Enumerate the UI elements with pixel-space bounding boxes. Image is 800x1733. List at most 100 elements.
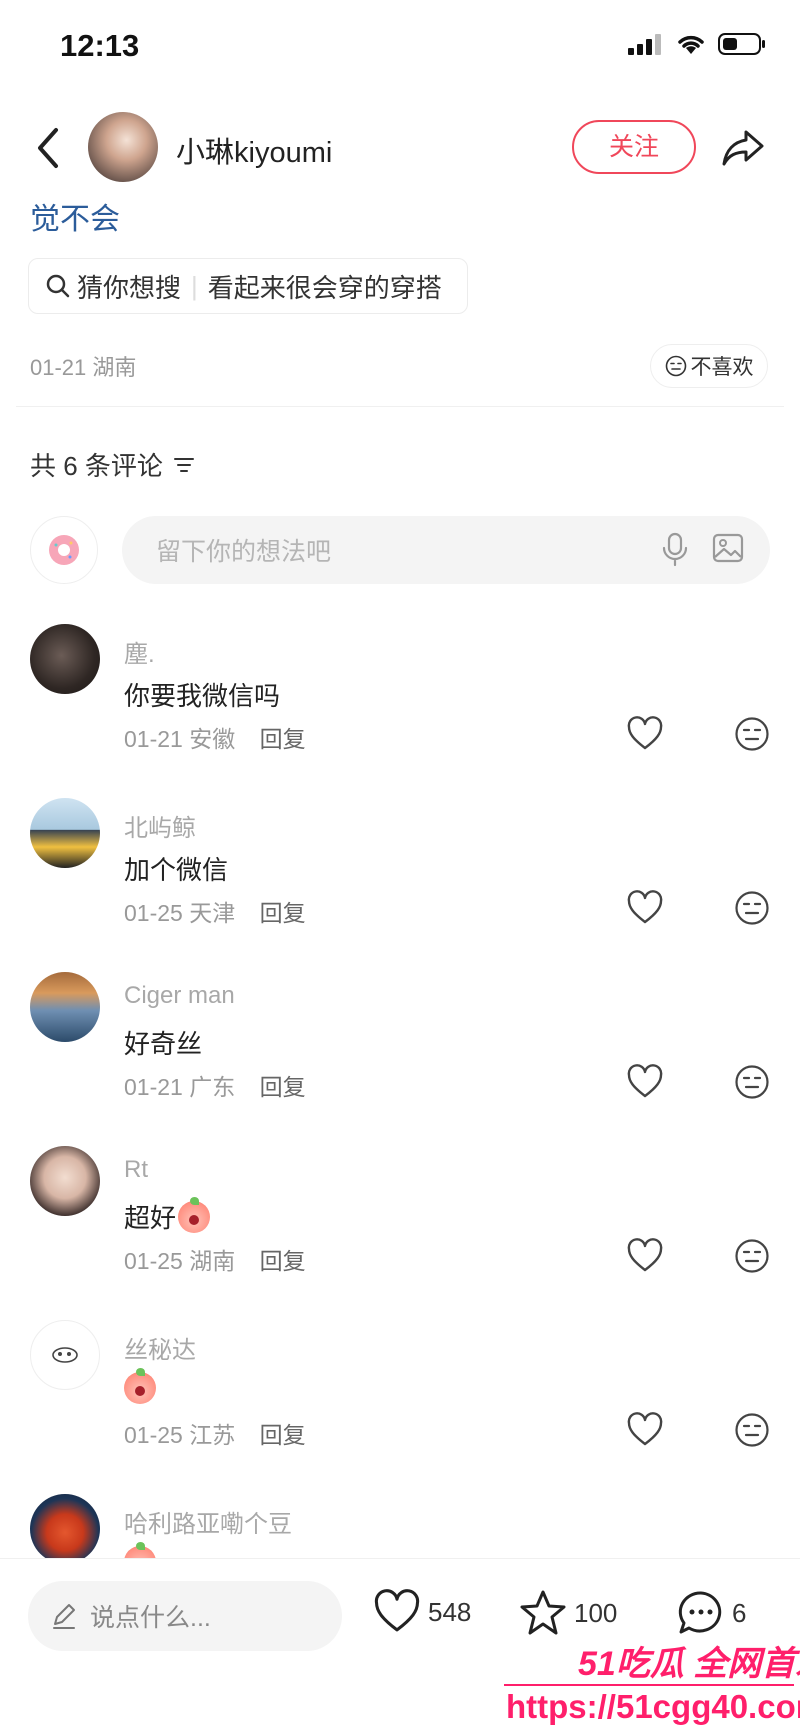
say-something-placeholder: 说点什么... (90, 1604, 211, 1632)
heart-icon (374, 1589, 420, 1632)
peach-emoji-icon (124, 1368, 156, 1404)
comment-date-location: 01-21 广东 (124, 1074, 236, 1100)
battery-icon (718, 33, 765, 55)
comment-text (124, 1542, 156, 1558)
comment-text: 好奇丝 (124, 1029, 203, 1059)
follow-button[interactable]: 关注 (572, 120, 696, 174)
comment-input-placeholder: 留下你的想法吧 (156, 538, 332, 566)
collect-button[interactable]: 100 (518, 1589, 617, 1637)
search-icon (46, 274, 70, 298)
commenter-name[interactable]: 丝秘达 (124, 1330, 196, 1365)
comment-button[interactable]: 6 (676, 1589, 746, 1637)
watermark-underline (504, 1684, 794, 1686)
commenter-avatar[interactable] (30, 798, 100, 868)
image-icon[interactable] (712, 532, 744, 564)
comment-text: 你要我微信吗 (124, 681, 281, 711)
heart-icon[interactable] (626, 1412, 664, 1448)
comment-date-location: 01-25 天津 (124, 900, 236, 926)
dislike-label: 不喜欢 (690, 356, 754, 379)
commenter-avatar[interactable] (30, 1494, 100, 1558)
comment-bubble-icon (678, 1591, 722, 1634)
comment-item: 丝秘达 01-25 江苏 回复 (0, 1320, 800, 1494)
say-something-input[interactable]: 说点什么... (28, 1581, 342, 1651)
comment-input[interactable]: 留下你的想法吧 (122, 516, 770, 584)
search-suggestion-text: 看起来很会穿的穿搭 (207, 272, 442, 303)
pencil-icon (53, 1604, 75, 1629)
comment-count: 共 6 条评论 (30, 451, 163, 481)
comment-text: 加个微信 (124, 855, 229, 885)
meh-face-icon[interactable] (734, 1412, 770, 1448)
commenter-avatar[interactable] (30, 1146, 100, 1216)
meh-face-icon[interactable] (734, 716, 770, 752)
comment-item: Rt 超好 01-25 湖南 回复 (0, 1146, 800, 1320)
peach-emoji-icon (124, 1542, 156, 1558)
comment-date-location: 01-25 湖南 (124, 1248, 236, 1274)
microphone-icon[interactable] (660, 532, 690, 568)
heart-icon[interactable] (626, 716, 664, 752)
meh-face-icon[interactable] (734, 1238, 770, 1274)
comment-text-content: 超好 (124, 1203, 177, 1233)
comment-count-sort[interactable]: 共 6 条评论 (30, 446, 195, 483)
comment-text: 超好 (124, 1196, 211, 1235)
watermark-brand: 51吃瓜 全网首发 (578, 1645, 800, 1683)
heart-icon[interactable] (626, 1238, 664, 1274)
meh-face-icon (665, 355, 686, 377)
commenter-name[interactable]: 北屿鲸 (124, 808, 196, 843)
heart-icon[interactable] (626, 1064, 664, 1100)
my-avatar (30, 516, 98, 584)
sort-icon (173, 457, 194, 472)
dislike-button[interactable]: 不喜欢 (650, 344, 768, 388)
search-suggestion-chip[interactable]: 猜你想搜 | 看起来很会穿的穿搭 (28, 258, 468, 314)
like-button[interactable]: 548 (372, 1589, 471, 1635)
comment-item: 哈利路亚嘞个豆 (0, 1494, 800, 1558)
author-avatar[interactable] (88, 112, 158, 182)
comment-item: 北屿鲸 加个微信 01-25 天津 回复 (0, 798, 800, 972)
status-time: 12:13 (60, 28, 140, 63)
commenter-name[interactable]: Rt (124, 1156, 148, 1184)
like-count: 548 (428, 1596, 472, 1627)
comment-meta: 01-25 天津 回复 (124, 894, 306, 928)
peach-emoji-icon (178, 1196, 211, 1233)
commenter-avatar[interactable] (30, 972, 100, 1042)
collect-count: 100 (574, 1597, 618, 1628)
reply-button[interactable]: 回复 (260, 1248, 306, 1274)
donut-icon (49, 535, 79, 565)
reply-button[interactable]: 回复 (260, 1074, 306, 1100)
commenter-name[interactable]: 哈利路亚嘞个豆 (124, 1504, 292, 1539)
status-icons (628, 32, 766, 56)
divider: | (191, 270, 198, 301)
commenter-name[interactable]: Ciger man (124, 982, 235, 1010)
cartoon-avatar-icon (52, 1347, 78, 1363)
note-header: 小琳kiyoumi 关注 (0, 96, 800, 200)
status-bar: 12:13 (0, 0, 800, 96)
back-icon[interactable] (28, 120, 68, 176)
comment-meta: 01-25 江苏 回复 (124, 1416, 306, 1450)
heart-icon[interactable] (626, 890, 664, 926)
commenter-avatar[interactable] (30, 1320, 100, 1390)
note-date-location: 01-21 湖南 (30, 355, 137, 380)
note-title-link[interactable]: 觉不会 (30, 194, 120, 238)
meh-face-icon[interactable] (734, 890, 770, 926)
comment-text (124, 1368, 156, 1404)
star-icon (520, 1590, 566, 1635)
comment-date-location: 01-21 安徽 (124, 726, 236, 752)
comment-meta: 01-21 广东 回复 (124, 1068, 306, 1102)
comment-item: Ciger man 好奇丝 01-21 广东 回复 (0, 972, 800, 1146)
reply-button[interactable]: 回复 (260, 900, 306, 926)
meh-face-icon[interactable] (734, 1064, 770, 1100)
comment-item: 塵. 你要我微信吗 01-21 安徽 回复 (0, 624, 800, 798)
watermark-url: https://51cgg40.com (506, 1688, 800, 1725)
commenter-avatar[interactable] (30, 624, 100, 694)
section-divider (16, 406, 784, 407)
commenter-name[interactable]: 塵. (124, 634, 155, 669)
wifi-icon (678, 35, 704, 54)
comment-meta: 01-25 湖南 回复 (124, 1242, 306, 1276)
reply-button[interactable]: 回复 (260, 726, 306, 752)
comment-meta: 01-21 安徽 回复 (124, 720, 306, 754)
comment-date-location: 01-25 江苏 (124, 1422, 236, 1448)
signal-icon (628, 34, 661, 55)
reply-button[interactable]: 回复 (260, 1422, 306, 1448)
comment-count-bottom: 6 (732, 1597, 747, 1628)
share-icon[interactable] (720, 124, 766, 170)
author-name[interactable]: 小琳kiyoumi (176, 129, 332, 171)
